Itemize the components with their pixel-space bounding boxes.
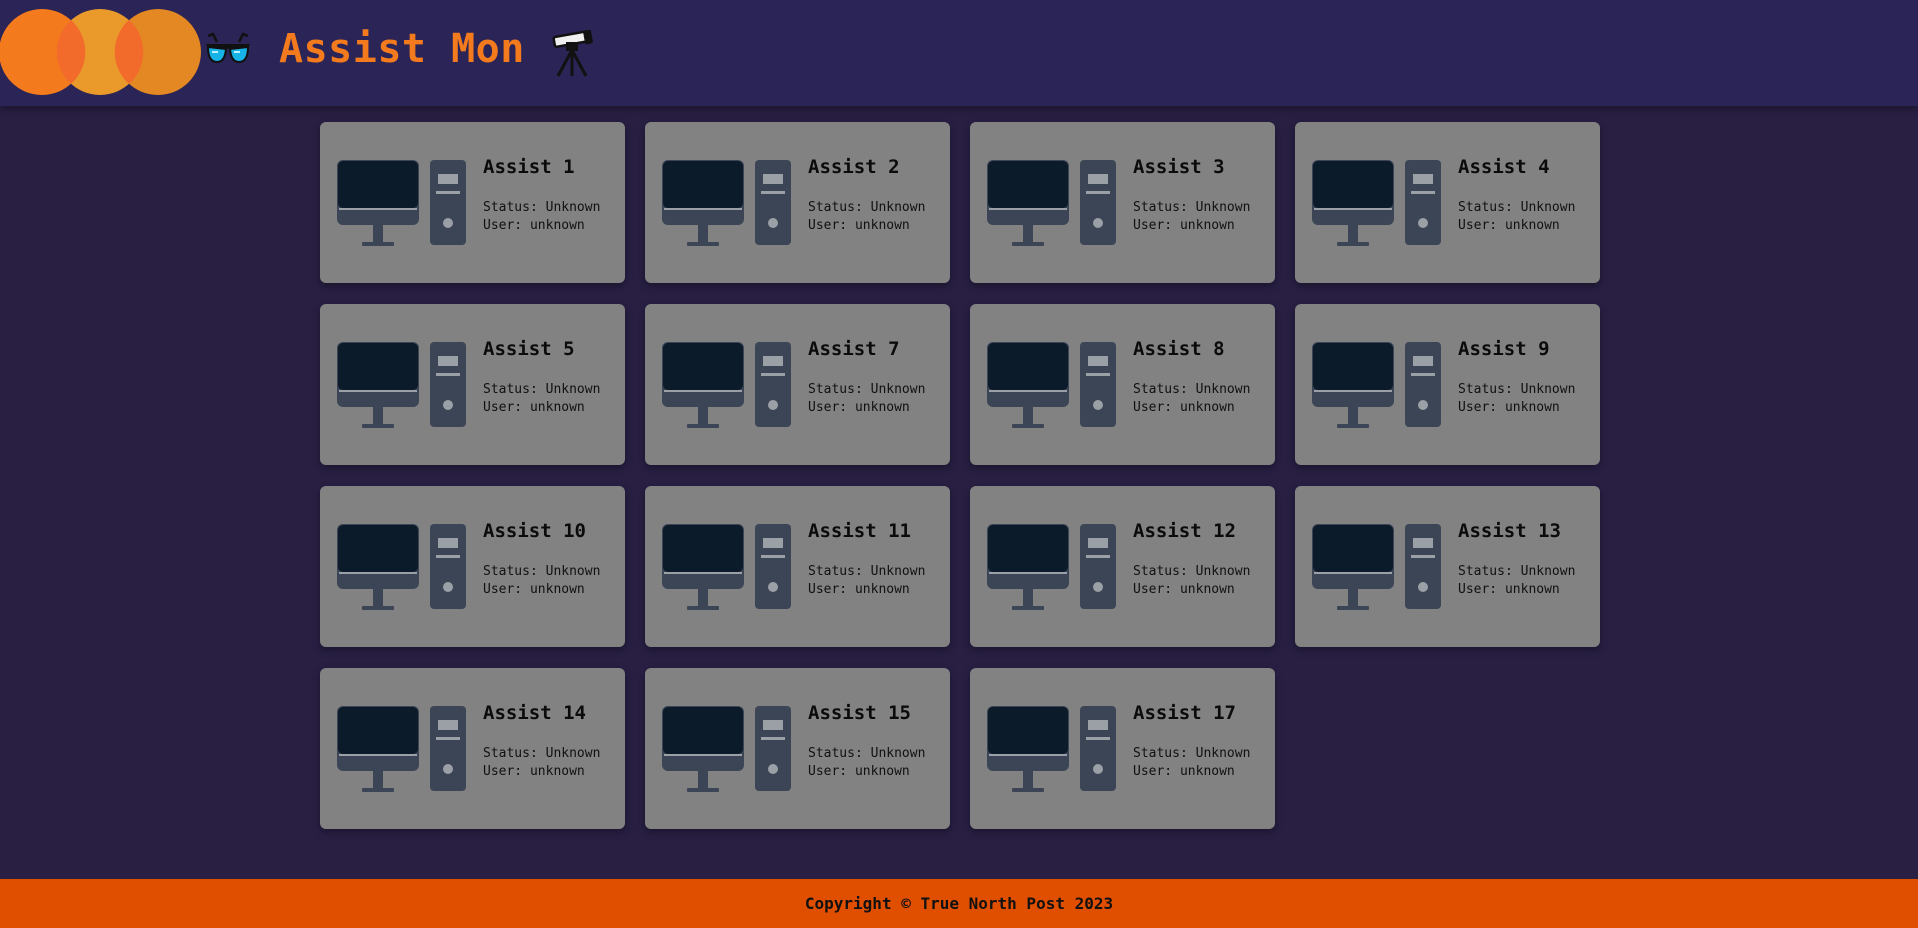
sunglasses-icon	[206, 32, 250, 64]
machine-name: Assist 5	[483, 338, 575, 360]
machine-name: Assist 9	[1458, 338, 1550, 360]
machine-status: Status: Unknown	[483, 746, 601, 761]
machine-status: Status: Unknown	[1458, 382, 1576, 397]
logo	[0, 9, 201, 95]
machine-status: Status: Unknown	[1133, 564, 1251, 579]
machine-user: User: unknown	[483, 400, 585, 415]
computer-icon	[987, 160, 1116, 246]
machine-name: Assist 10	[483, 520, 586, 542]
footer: Copyright © True North Post 2023	[0, 879, 1918, 928]
computer-icon	[337, 342, 466, 428]
machine-status: Status: Unknown	[1133, 382, 1251, 397]
machine-user: User: unknown	[808, 400, 910, 415]
machine-name: Assist 15	[808, 702, 911, 724]
machine-card[interactable]: Assist 3 Status: Unknown User: unknown	[970, 122, 1275, 283]
machine-name: Assist 3	[1133, 156, 1225, 178]
computer-icon	[337, 524, 466, 610]
machine-card[interactable]: Assist 13 Status: Unknown User: unknown	[1295, 486, 1600, 647]
computer-icon	[662, 524, 791, 610]
computer-icon	[987, 706, 1116, 792]
machine-user: User: unknown	[1133, 582, 1235, 597]
machine-card[interactable]: Assist 14 Status: Unknown User: unknown	[320, 668, 625, 829]
machine-status: Status: Unknown	[483, 564, 601, 579]
machine-grid: Assist 1 Status: Unknown User: unknown A…	[320, 122, 1601, 829]
machine-card[interactable]: Assist 2 Status: Unknown User: unknown	[645, 122, 950, 283]
machine-user: User: unknown	[1458, 582, 1560, 597]
computer-icon	[662, 706, 791, 792]
app-header: Assist Mon	[0, 0, 1918, 106]
machine-status: Status: Unknown	[808, 746, 926, 761]
machine-card[interactable]: Assist 12 Status: Unknown User: unknown	[970, 486, 1275, 647]
machine-user: User: unknown	[1133, 764, 1235, 779]
machine-name: Assist 1	[483, 156, 575, 178]
machine-status: Status: Unknown	[1133, 746, 1251, 761]
machine-card[interactable]: Assist 4 Status: Unknown User: unknown	[1295, 122, 1600, 283]
machine-card[interactable]: Assist 15 Status: Unknown User: unknown	[645, 668, 950, 829]
computer-icon	[987, 524, 1116, 610]
app-title: Assist Mon	[279, 26, 525, 72]
machine-name: Assist 14	[483, 702, 586, 724]
computer-icon	[662, 160, 791, 246]
machine-card[interactable]: Assist 10 Status: Unknown User: unknown	[320, 486, 625, 647]
machine-user: User: unknown	[483, 764, 585, 779]
telescope-icon	[552, 30, 593, 77]
computer-icon	[987, 342, 1116, 428]
computer-icon	[337, 706, 466, 792]
computer-icon	[662, 342, 791, 428]
machine-user: User: unknown	[483, 218, 585, 233]
machine-name: Assist 12	[1133, 520, 1236, 542]
machine-status: Status: Unknown	[483, 200, 601, 215]
machine-name: Assist 7	[808, 338, 900, 360]
machine-status: Status: Unknown	[1458, 200, 1576, 215]
machine-status: Status: Unknown	[1458, 564, 1576, 579]
copyright-text: Copyright © True North Post 2023	[804, 894, 1114, 913]
machine-card[interactable]: Assist 11 Status: Unknown User: unknown	[645, 486, 950, 647]
computer-icon	[1312, 524, 1441, 610]
machine-name: Assist 2	[808, 156, 900, 178]
machine-user: User: unknown	[483, 582, 585, 597]
machine-name: Assist 4	[1458, 156, 1550, 178]
machine-card[interactable]: Assist 7 Status: Unknown User: unknown	[645, 304, 950, 465]
machine-user: User: unknown	[808, 218, 910, 233]
machine-name: Assist 8	[1133, 338, 1225, 360]
machine-status: Status: Unknown	[808, 564, 926, 579]
machine-status: Status: Unknown	[483, 382, 601, 397]
machine-card[interactable]: Assist 9 Status: Unknown User: unknown	[1295, 304, 1600, 465]
computer-icon	[337, 160, 466, 246]
machine-user: User: unknown	[1133, 400, 1235, 415]
machine-user: User: unknown	[808, 764, 910, 779]
machine-name: Assist 13	[1458, 520, 1561, 542]
machine-status: Status: Unknown	[808, 382, 926, 397]
machine-user: User: unknown	[808, 582, 910, 597]
machine-name: Assist 11	[808, 520, 911, 542]
machine-card[interactable]: Assist 17 Status: Unknown User: unknown	[970, 668, 1275, 829]
machine-card[interactable]: Assist 8 Status: Unknown User: unknown	[970, 304, 1275, 465]
machine-card[interactable]: Assist 5 Status: Unknown User: unknown	[320, 304, 625, 465]
computer-icon	[1312, 342, 1441, 428]
machine-status: Status: Unknown	[808, 200, 926, 215]
machine-user: User: unknown	[1458, 400, 1560, 415]
machine-user: User: unknown	[1133, 218, 1235, 233]
computer-icon	[1312, 160, 1441, 246]
machine-name: Assist 17	[1133, 702, 1236, 724]
machine-user: User: unknown	[1458, 218, 1560, 233]
machine-card[interactable]: Assist 1 Status: Unknown User: unknown	[320, 122, 625, 283]
machine-status: Status: Unknown	[1133, 200, 1251, 215]
